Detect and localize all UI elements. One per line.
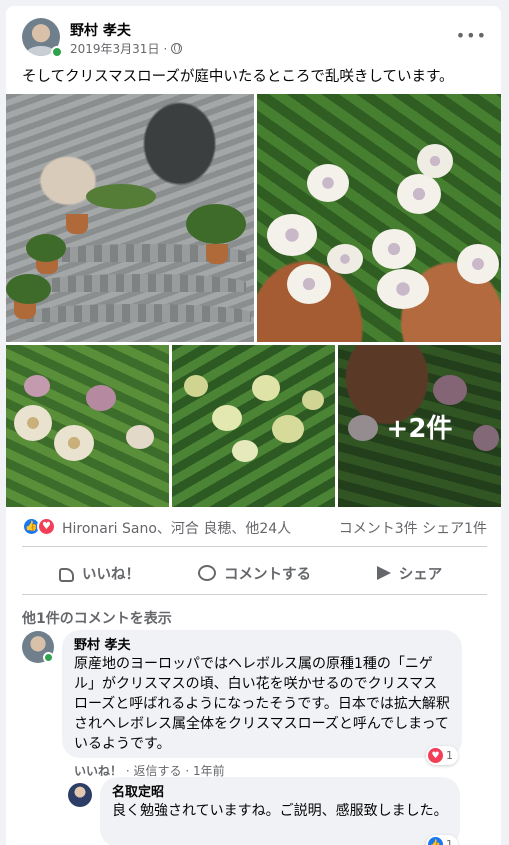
photo-white-hellebores[interactable] — [257, 94, 501, 342]
like-button[interactable]: いいね！ — [22, 554, 177, 592]
comment-icon — [198, 565, 216, 581]
online-status-dot — [43, 652, 54, 663]
love-icon: ♥ — [428, 748, 443, 763]
photo-more[interactable]: +2件 — [338, 345, 501, 507]
reaction-names[interactable]: Hironari Sano、河合 良穂、他24人 — [62, 518, 291, 538]
photo-pink-hellebores[interactable] — [6, 345, 169, 507]
globe-icon — [171, 43, 183, 54]
thumbs-up-icon — [59, 567, 74, 582]
reply-author[interactable]: 名取定昭 — [112, 785, 448, 801]
reply-text: 良く勉強されていますね。ご説明、感服致しました。 — [112, 803, 448, 819]
author-name[interactable]: 野村 孝夫 — [70, 20, 131, 40]
post-date[interactable]: 2019年3月31日 — [70, 40, 159, 57]
online-status-dot — [51, 46, 63, 58]
action-bar: いいね！ コメントする シェア — [22, 554, 487, 592]
divider — [22, 546, 487, 547]
photo-steps[interactable] — [6, 94, 254, 342]
more-photos-count[interactable]: +2件 — [338, 345, 501, 507]
love-reaction-icon[interactable]: ♥ — [37, 517, 56, 536]
share-icon — [376, 566, 391, 580]
like-icon: 👍 — [428, 837, 443, 845]
comment-share-counts[interactable]: コメント3件 シェア1件 — [339, 518, 487, 538]
comment-time[interactable]: 1年前 — [193, 764, 225, 778]
comment-reply-link[interactable]: 返信する — [134, 764, 182, 778]
reaction-summary: 👍 ♥ Hironari Sano、河合 良穂、他24人 コメント3件 シェア1… — [22, 514, 487, 542]
post-text: そしてクリスマスローズが庭中いたるところで乱咲きしています。 — [22, 69, 454, 85]
comment-label: コメントする — [224, 566, 311, 583]
comment-reaction-badge[interactable]: ♥ 1 — [426, 746, 458, 765]
share-label: シェア — [398, 566, 443, 583]
reply-reaction-badge[interactable]: 👍 1 — [426, 835, 458, 845]
comment-like-link[interactable]: いいね！ — [74, 764, 122, 778]
reaction-count: 1 — [446, 749, 453, 762]
post-header: 野村 孝夫 2019年3月31日 · ••• — [22, 16, 487, 60]
comment-author[interactable]: 野村 孝夫 — [74, 638, 450, 654]
like-label: いいね！ — [82, 566, 140, 583]
footer-separator: · — [125, 764, 130, 778]
comment-button[interactable]: コメントする — [177, 554, 332, 592]
show-more-comments-link[interactable]: 他1件のコメントを表示 — [22, 608, 172, 628]
comment-text: 原産地のヨーロッパではヘレボルス属の原種1種の「ニゲル」がクリスマスの頃、白い花… — [74, 656, 450, 752]
comment-bubble: 野村 孝夫 原産地のヨーロッパではヘレボルス属の原種1種の「ニゲル」がクリスマス… — [62, 630, 462, 758]
footer-separator: · — [185, 764, 190, 778]
more-options-icon[interactable]: ••• — [456, 26, 487, 45]
reaction-count: 1 — [446, 838, 453, 845]
meta-separator: · — [163, 41, 168, 56]
photo-green-hellebores[interactable] — [172, 345, 335, 507]
post-meta: 2019年3月31日 · — [70, 40, 183, 57]
post-card: 野村 孝夫 2019年3月31日 · ••• そしてクリスマスローズが庭中いたる… — [6, 6, 501, 845]
divider — [22, 594, 487, 595]
share-button[interactable]: シェア — [332, 554, 487, 592]
replier-avatar[interactable] — [68, 783, 92, 807]
reply-bubble: 名取定昭 良く勉強されていますね。ご説明、感服致しました。 — [100, 777, 460, 845]
